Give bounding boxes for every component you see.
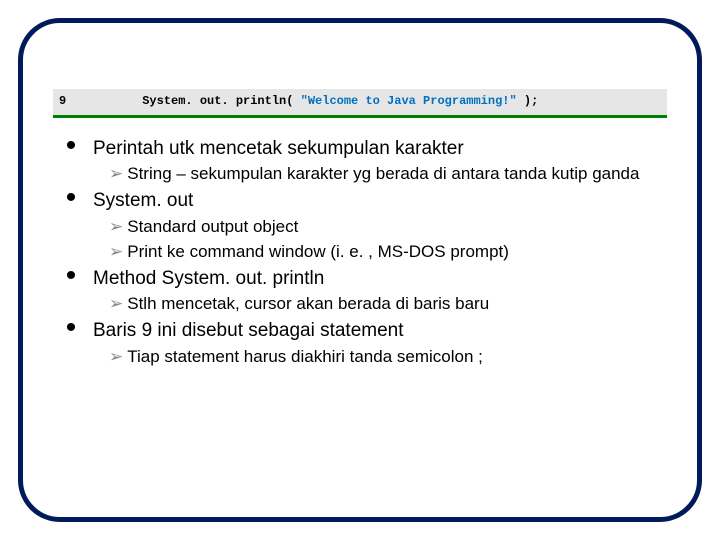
list-item-text: Baris 9 ini disebut sebagai statement (93, 318, 667, 344)
list-item-text: Method System. out. println (93, 266, 667, 292)
sub-item-text: Stlh mencetak, cursor akan berada di bar… (127, 293, 667, 316)
bullet-list: • Perintah utk mencetak sekumpulan karak… (63, 136, 667, 369)
code-block: 9 System. out. println( "Welcome to Java… (53, 89, 667, 118)
sub-item: ➢ Print ke command window (i. e. , MS-DO… (109, 241, 667, 264)
chevron-right-icon: ➢ (109, 241, 123, 264)
list-item: • Baris 9 ini disebut sebagai statement (63, 318, 667, 344)
sub-item: ➢ String – sekumpulan karakter yg berada… (109, 163, 667, 186)
bullet-dot-icon: • (63, 318, 79, 338)
list-item: • Method System. out. println (63, 266, 667, 292)
sub-item-text: String – sekumpulan karakter yg berada d… (127, 163, 667, 186)
code-line-number: 9 (53, 89, 99, 118)
sub-item: ➢ Standard output object (109, 216, 667, 239)
chevron-right-icon: ➢ (109, 346, 123, 369)
code-line: System. out. println( "Welcome to Java P… (99, 89, 667, 118)
chevron-right-icon: ➢ (109, 293, 123, 316)
sub-item-text: Standard output object (127, 216, 667, 239)
slide-frame: 9 System. out. println( "Welcome to Java… (18, 18, 702, 522)
code-text-pre: System. out. println( (99, 94, 301, 108)
code-text-string: "Welcome to Java Programming!" (301, 94, 517, 108)
code-text-post: ); (517, 94, 539, 108)
list-item-text: Perintah utk mencetak sekumpulan karakte… (93, 136, 667, 162)
sub-item-text: Tiap statement harus diakhiri tanda semi… (127, 346, 667, 369)
list-item-text: System. out (93, 188, 667, 214)
bullet-dot-icon: • (63, 188, 79, 208)
chevron-right-icon: ➢ (109, 163, 123, 186)
sub-item: ➢ Tiap statement harus diakhiri tanda se… (109, 346, 667, 369)
sub-item-text: Print ke command window (i. e. , MS-DOS … (127, 241, 667, 264)
bullet-dot-icon: • (63, 266, 79, 286)
bullet-dot-icon: • (63, 136, 79, 156)
list-item: • Perintah utk mencetak sekumpulan karak… (63, 136, 667, 162)
sub-item: ➢ Stlh mencetak, cursor akan berada di b… (109, 293, 667, 316)
chevron-right-icon: ➢ (109, 216, 123, 239)
slide: 9 System. out. println( "Welcome to Java… (0, 0, 720, 540)
list-item: • System. out (63, 188, 667, 214)
